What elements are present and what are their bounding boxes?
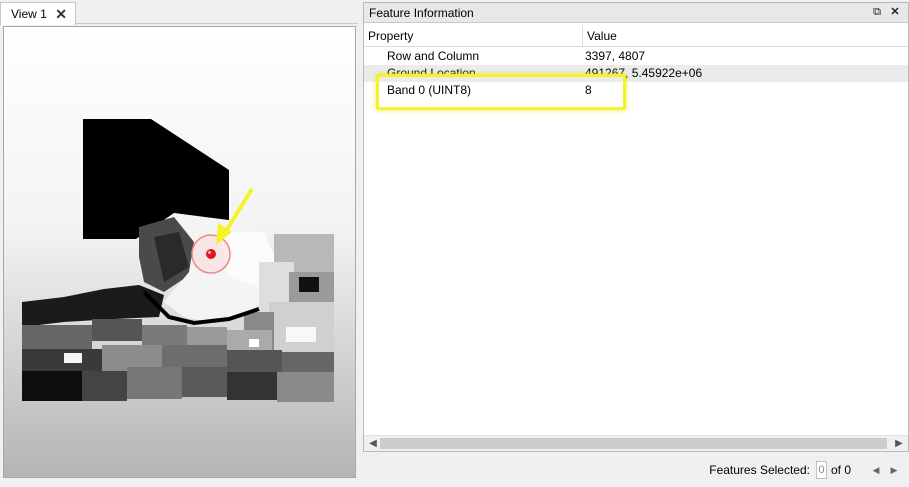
raster-region [92, 319, 142, 341]
selection-footer: Features Selected: 0 of 0 ◀ ▶ [363, 457, 909, 483]
raster-region [162, 345, 227, 367]
raster-region [82, 371, 127, 401]
raster-region [22, 325, 92, 349]
value-cell: 3397, 4807 [585, 49, 646, 63]
raster-region [142, 325, 187, 345]
view-tab-bar: View 1 ✕ [0, 2, 358, 25]
features-selected-label: Features Selected: [709, 463, 810, 477]
raster-region [22, 349, 102, 371]
table-row[interactable]: Ground Location 491267, 5.45922e+06 [364, 65, 908, 82]
raster-region [277, 372, 334, 402]
raster-region [22, 371, 82, 401]
location-marker-icon [206, 249, 216, 259]
panel-title: Feature Information [369, 5, 474, 20]
table-row[interactable]: Band 0 (UINT8) 8 [364, 82, 908, 99]
raster-region [286, 327, 316, 342]
raster-region [182, 367, 227, 397]
float-window-icon[interactable]: ⧉ [870, 5, 884, 19]
tab-label: View 1 [11, 7, 47, 21]
value-cell: 8 [585, 83, 592, 97]
table-row[interactable]: Row and Column 3397, 4807 [364, 48, 908, 65]
raster-region [127, 367, 182, 399]
close-icon[interactable]: ✕ [55, 6, 67, 22]
column-header-label: Property [368, 28, 414, 43]
raster-image[interactable] [4, 27, 356, 478]
triangle-right-icon[interactable]: ▶ [887, 462, 901, 478]
scroll-right-icon[interactable]: ▶ [892, 436, 906, 452]
raster-region [299, 277, 319, 292]
panel-header: Feature Information ⧉ ✕ [364, 3, 908, 23]
column-header-property[interactable]: Property [364, 25, 583, 47]
raster-region [227, 350, 282, 372]
raster-region [64, 353, 82, 363]
property-cell: Band 0 (UINT8) [387, 83, 472, 97]
raster-region [187, 327, 227, 345]
scrollbar-thumb[interactable] [380, 438, 887, 449]
column-header-label: Value [587, 28, 617, 43]
feature-table: Property Value Row and Column 3397, 4807… [364, 25, 908, 435]
property-cell: Row and Column [387, 49, 480, 63]
horizontal-scrollbar[interactable]: ◀ ▶ [364, 435, 908, 451]
column-header-value[interactable]: Value [583, 25, 908, 47]
raster-region [249, 339, 259, 347]
feature-information-panel: Feature Information ⧉ ✕ Property Value R… [363, 2, 909, 452]
map-canvas[interactable] [3, 26, 356, 478]
raster-region [227, 372, 277, 400]
scroll-left-icon[interactable]: ◀ [366, 436, 380, 452]
view-pane: View 1 ✕ [0, 0, 360, 487]
total-count-label: of 0 [830, 463, 851, 477]
value-cell: 491267, 5.45922e+06 [585, 66, 703, 80]
tab-view-1[interactable]: View 1 ✕ [0, 2, 76, 25]
triangle-left-icon[interactable]: ◀ [869, 462, 883, 478]
raster-region [282, 352, 334, 372]
close-icon[interactable]: ✕ [888, 5, 902, 19]
selected-count-field[interactable]: 0 [815, 461, 827, 479]
property-cell: Ground Location [387, 66, 476, 80]
